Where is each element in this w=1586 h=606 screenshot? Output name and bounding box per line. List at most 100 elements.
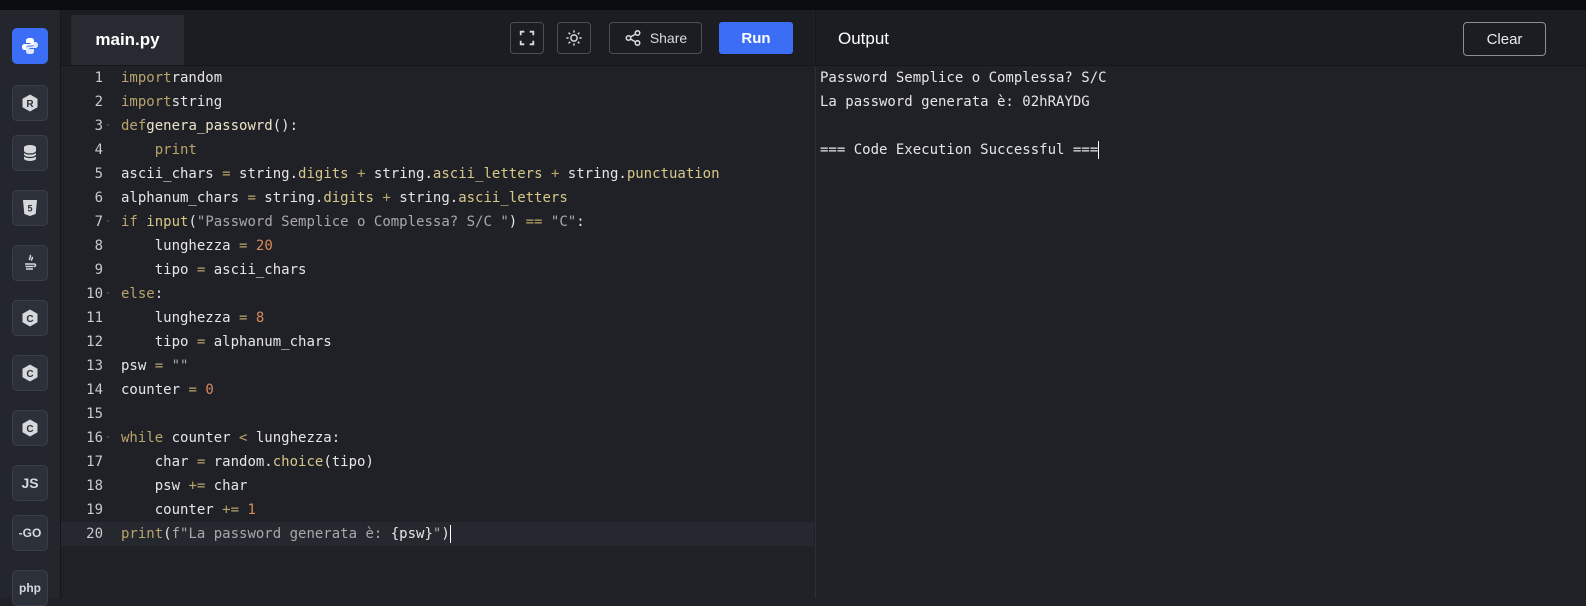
r-icon[interactable]: R [12, 85, 48, 121]
clear-button[interactable]: Clear [1463, 22, 1546, 56]
line-number: 8 [94, 238, 103, 254]
language-sidebar: R 5 C C C JS -GO php [0, 10, 61, 606]
output-panel: Password Semplice o Complessa? S/C La pas… [815, 66, 1586, 598]
svg-text:C: C [26, 369, 33, 380]
line-number: 13 [86, 358, 103, 374]
svg-text:5: 5 [27, 204, 32, 214]
code-line[interactable]: 4 print [61, 138, 814, 162]
code-line[interactable]: 9 tipo = ascii_chars [61, 258, 814, 282]
code-line[interactable]: 16- while counter < lunghezza: [61, 426, 814, 450]
database-icon[interactable] [12, 135, 48, 171]
share-label: Share [649, 30, 688, 46]
code-text: alphanum_chars = string.digits + string.… [121, 190, 568, 206]
line-number: 19 [86, 502, 103, 518]
sun-icon [566, 30, 582, 46]
tab-main-py[interactable]: main.py [71, 15, 184, 65]
line-number: 3 [94, 118, 103, 134]
line-number: 14 [86, 382, 103, 398]
code-text: psw = "" [121, 358, 189, 374]
code-line[interactable]: 17 char = random.choice(tipo) [61, 450, 814, 474]
line-number: 20 [86, 526, 103, 542]
code-line[interactable]: 6 alphanum_chars = string.digits + string… [61, 186, 814, 210]
output-header: Output Clear [815, 10, 1586, 66]
code-text: print(f"La password generata è: {psw}") [121, 525, 451, 543]
fold-toggle-icon[interactable]: - [105, 282, 111, 306]
code-line[interactable]: 10- else: [61, 282, 814, 306]
code-text: print [154, 142, 197, 158]
text-cursor [1098, 141, 1100, 159]
js-label: JS [21, 475, 39, 491]
go-label: -GO [18, 526, 42, 540]
share-button[interactable]: Share [609, 22, 702, 54]
code-text: counter += 1 [121, 502, 256, 518]
code-text: char = random.choice(tipo) [121, 454, 374, 470]
code-text: psw += char [121, 478, 248, 494]
code-line[interactable]: 5 ascii_chars = string.digits + string.as… [61, 162, 814, 186]
svg-text:C: C [26, 424, 33, 435]
line-number: 4 [94, 142, 103, 158]
code-line[interactable]: 12 tipo = alphanum_chars [61, 330, 814, 354]
line-number: 2 [94, 94, 103, 110]
window-top-bar [0, 0, 1586, 10]
code-line[interactable]: 20 print(f"La password generata è: {psw}"… [61, 522, 814, 546]
output-line: Password Semplice o Complessa? S/C [820, 70, 1107, 86]
code-line[interactable]: 19 counter += 1 [61, 498, 814, 522]
html5-icon[interactable]: 5 [12, 190, 48, 226]
fold-toggle-icon[interactable]: - [105, 210, 111, 234]
line-number: 7 [94, 214, 103, 230]
code-line[interactable]: 7- if input("Password Semplice o Compless… [61, 210, 814, 234]
line-number: 11 [86, 310, 103, 326]
code-line[interactable]: 13 psw = "" [61, 354, 814, 378]
code-text: tipo = ascii_chars [121, 262, 307, 278]
code-line[interactable]: 8 lunghezza = 20 [61, 234, 814, 258]
line-number: 1 [94, 70, 103, 86]
java-icon[interactable] [12, 245, 48, 281]
fullscreen-button[interactable] [510, 22, 544, 54]
code-line[interactable]: 11 lunghezza = 8 [61, 306, 814, 330]
code-text: counter = 0 [121, 382, 214, 398]
php-label: php [19, 581, 41, 595]
cpp-icon[interactable]: C [12, 355, 48, 391]
line-number: 5 [94, 166, 103, 182]
line-number: 9 [94, 262, 103, 278]
share-icon [625, 30, 641, 46]
fold-toggle-icon[interactable]: - [105, 114, 111, 138]
code-text: lunghezza = 8 [121, 310, 265, 326]
line-number: 10 [86, 286, 103, 302]
code-line[interactable]: 14 counter = 0 [61, 378, 814, 402]
code-text: if input("Password Semplice o Complessa?… [121, 214, 585, 230]
code-line[interactable]: 1 importrandom [61, 66, 814, 90]
line-number: 12 [86, 334, 103, 350]
output-title: Output [838, 29, 890, 48]
js-icon[interactable]: JS [12, 465, 48, 501]
fold-toggle-icon[interactable]: - [105, 426, 111, 450]
code-text: ascii_chars = string.digits + string.asc… [121, 166, 720, 182]
code-text: lunghezza = 20 [121, 238, 273, 254]
code-text: while counter < lunghezza: [121, 430, 341, 446]
code-text: defgenera_passowrd(): [121, 118, 299, 134]
code-line[interactable]: 2 importstring [61, 90, 814, 114]
run-button[interactable]: Run [719, 22, 793, 54]
output-line: La password generata è: 02hRAYDG [820, 94, 1090, 110]
code-text: importstring [121, 94, 223, 110]
output-line: === Code Execution Successful === [820, 141, 1100, 159]
text-cursor [449, 525, 451, 543]
svg-text:C: C [26, 314, 33, 325]
code-text: importrandom [121, 70, 223, 86]
php-icon[interactable]: php [12, 570, 48, 606]
python-icon[interactable] [12, 28, 48, 64]
code-line[interactable]: 15 [61, 402, 814, 426]
line-number: 6 [94, 190, 103, 206]
code-line[interactable]: 3- defgenera_passowrd(): [61, 114, 814, 138]
code-line[interactable]: 18 psw += char [61, 474, 814, 498]
line-number: 18 [86, 478, 103, 494]
c-icon[interactable]: C [12, 300, 48, 336]
fullscreen-icon [519, 30, 535, 46]
code-editor[interactable]: 1 importrandom 2 importstring 3- defgenera_pa… [61, 66, 814, 598]
code-text: else: [121, 286, 164, 302]
line-number: 17 [86, 454, 103, 470]
go-icon[interactable]: -GO [12, 515, 48, 551]
theme-toggle-button[interactable] [557, 22, 591, 54]
line-number: 16 [86, 430, 103, 446]
csharp-icon[interactable]: C [12, 410, 48, 446]
